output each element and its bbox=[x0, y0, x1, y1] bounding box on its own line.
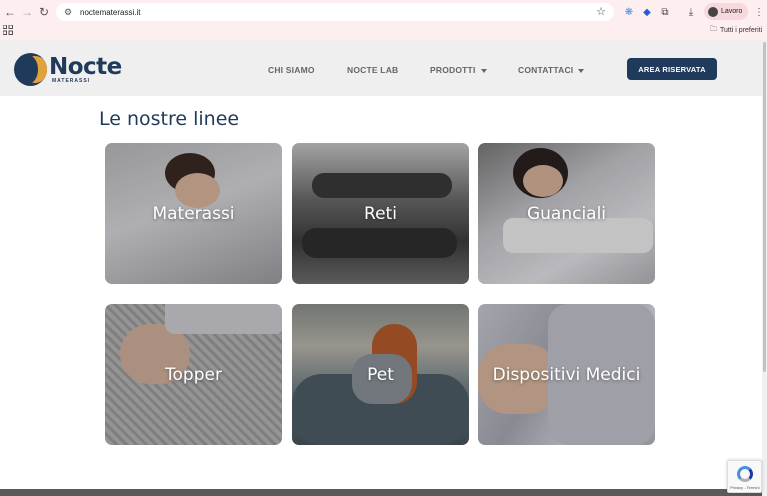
footer-strip bbox=[0, 489, 762, 496]
scrollbar-thumb[interactable] bbox=[763, 42, 766, 372]
card-pet[interactable]: Pet bbox=[292, 304, 469, 445]
area-riservata-button[interactable]: AREA RISERVATA bbox=[627, 58, 717, 80]
card-topper[interactable]: Topper bbox=[105, 304, 282, 445]
card-label: Reti bbox=[364, 203, 397, 224]
extensions-puzzle-icon[interactable]: ⧉ bbox=[658, 5, 672, 19]
card-label: Dispositivi Medici bbox=[492, 364, 641, 385]
extension-tag-icon[interactable]: ◆ bbox=[640, 5, 654, 19]
nav-prodotti[interactable]: PRODOTTI bbox=[430, 65, 487, 75]
extension-icon[interactable]: ❋ bbox=[622, 5, 636, 19]
nav-prodotti-label: PRODOTTI bbox=[430, 65, 476, 75]
menu-kebab-icon[interactable]: ⋮ bbox=[752, 5, 766, 19]
card-guanciali[interactable]: Guanciali bbox=[478, 143, 655, 284]
address-bar[interactable]: ⚙ noctematerassi.it ☆ bbox=[56, 3, 614, 21]
bookmark-star-icon[interactable]: ☆ bbox=[596, 5, 606, 18]
chevron-down-icon bbox=[578, 68, 585, 73]
apps-grid-icon[interactable] bbox=[3, 25, 13, 35]
nav-nocte-lab[interactable]: NOCTE LAB bbox=[347, 65, 398, 75]
card-label: Guanciali bbox=[526, 203, 607, 224]
card-dispositivi-medici[interactable]: Dispositivi Medici bbox=[478, 304, 655, 445]
site-info-icon[interactable]: ⚙ bbox=[62, 6, 74, 18]
logo-word: Nocte bbox=[49, 54, 122, 80]
chevron-down-icon bbox=[480, 68, 487, 73]
profile-name: Lavoro bbox=[721, 8, 743, 15]
nav-chi-siamo[interactable]: CHI SIAMO bbox=[268, 65, 315, 75]
card-label: Materassi bbox=[152, 203, 235, 224]
browser-chrome: ← → ↻ ⚙ noctematerassi.it ☆ ❋ ◆ ⧉ ⤓ Lavo… bbox=[0, 0, 767, 40]
nav-contattaci[interactable]: CONTATTACI bbox=[518, 65, 585, 75]
bookmark-folder-label: Tutti i preferiti bbox=[720, 27, 763, 34]
nav-contattaci-label: CONTATTACI bbox=[518, 65, 574, 75]
card-reti[interactable]: Reti bbox=[292, 143, 469, 284]
reload-icon[interactable]: ↻ bbox=[36, 4, 52, 20]
section-title: Le nostre linee bbox=[99, 108, 240, 130]
recaptcha-icon bbox=[737, 466, 753, 482]
avatar bbox=[708, 6, 718, 17]
profile-button[interactable]: Lavoro bbox=[704, 3, 748, 20]
card-label: Pet bbox=[367, 364, 394, 385]
back-arrow-icon[interactable]: ← bbox=[2, 4, 18, 20]
bookmark-folder[interactable]: 🗀 Tutti i preferiti bbox=[710, 25, 762, 36]
download-icon[interactable]: ⤓ bbox=[684, 5, 698, 19]
nocte-logo[interactable]: Nocte MATERASSI bbox=[14, 53, 122, 87]
url-text: noctematerassi.it bbox=[80, 7, 141, 17]
logo-sub: MATERASSI bbox=[52, 78, 91, 84]
card-materassi[interactable]: Materassi bbox=[105, 143, 282, 284]
recaptcha-badge[interactable]: Privacy - Termini bbox=[727, 460, 762, 493]
recaptcha-text[interactable]: Privacy - Termini bbox=[730, 485, 760, 490]
logo-mark-icon bbox=[14, 53, 47, 86]
card-label: Topper bbox=[165, 364, 222, 385]
site-header: Nocte MATERASSI CHI SIAMO NOCTE LAB PROD… bbox=[0, 40, 762, 96]
folder-icon: 🗀 bbox=[710, 26, 717, 33]
forward-arrow-icon[interactable]: → bbox=[19, 4, 35, 20]
